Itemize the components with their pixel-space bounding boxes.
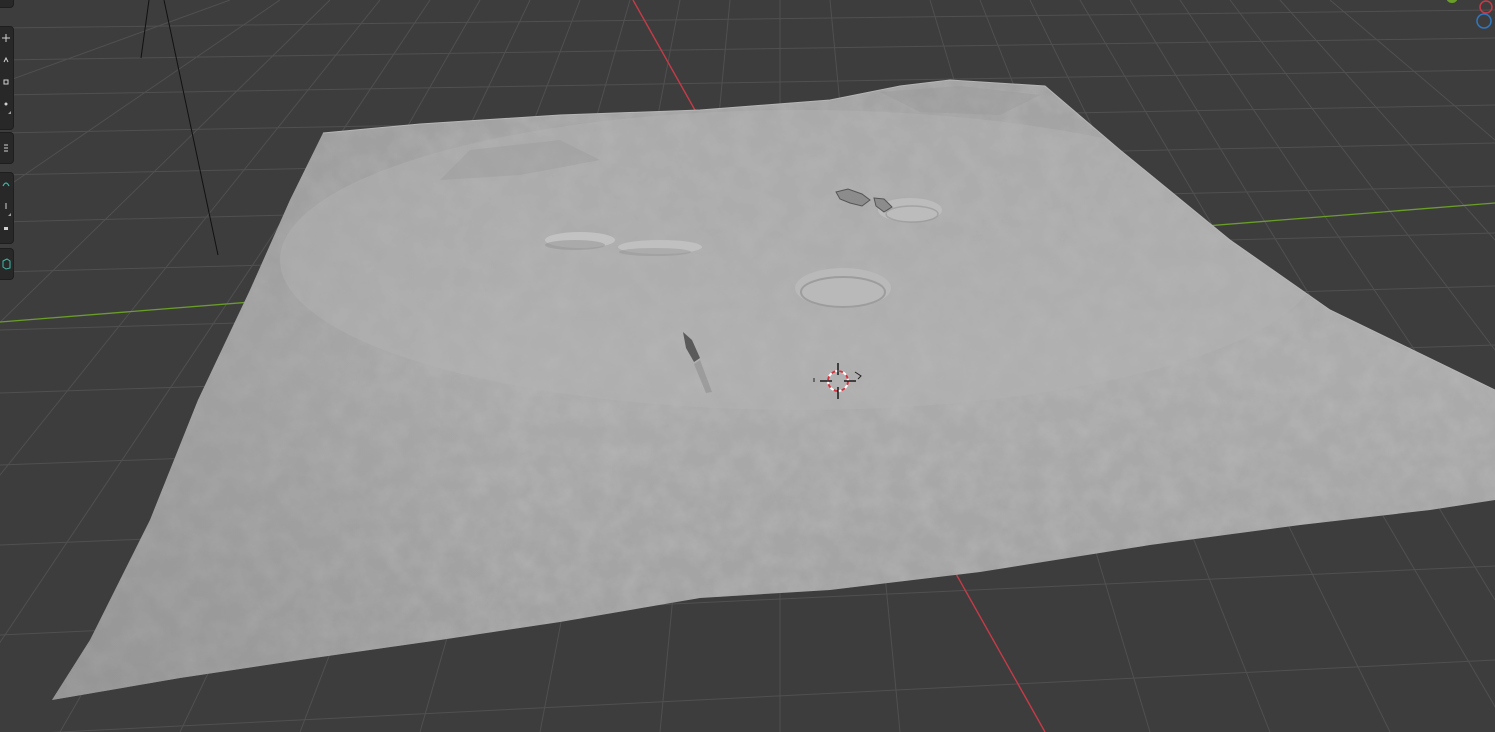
tool-group-add	[0, 248, 14, 280]
gizmo-x-axis-icon	[1479, 0, 1493, 14]
measure-icon	[2, 182, 10, 187]
move-icon	[2, 34, 10, 42]
scale-tool[interactable]	[0, 71, 12, 93]
annotate-tool[interactable]	[0, 133, 12, 163]
gizmo-y-axis-icon	[1446, 0, 1458, 3]
tool-group-transform	[0, 26, 14, 130]
transform-tool[interactable]	[0, 93, 12, 115]
measure-tool[interactable]	[0, 173, 12, 195]
cursor-tool[interactable]	[0, 195, 12, 217]
gizmo-z-axis-icon	[1476, 13, 1492, 29]
select-icon	[4, 227, 8, 230]
annotate-icon	[4, 144, 8, 152]
tool-group-select	[0, 0, 14, 8]
terrain-plane	[52, 79, 1495, 700]
move-tool[interactable]	[0, 27, 12, 49]
tool-group-measure	[0, 172, 14, 244]
tool-shelf	[0, 0, 14, 280]
add-cube-icon	[2, 258, 10, 270]
rotate-tool[interactable]	[0, 49, 12, 71]
navigation-gizmo[interactable]	[1445, 0, 1495, 34]
tool-group-annotate	[0, 132, 14, 164]
viewport-scene[interactable]	[0, 0, 1495, 732]
rotate-icon	[3, 56, 9, 63]
scale-icon	[3, 79, 9, 85]
select-tool[interactable]	[0, 217, 12, 239]
transform-icon	[4, 102, 8, 106]
3d-viewport[interactable]	[0, 0, 1495, 732]
cursor-icon	[5, 203, 7, 209]
add-cube-tool[interactable]	[0, 249, 12, 279]
